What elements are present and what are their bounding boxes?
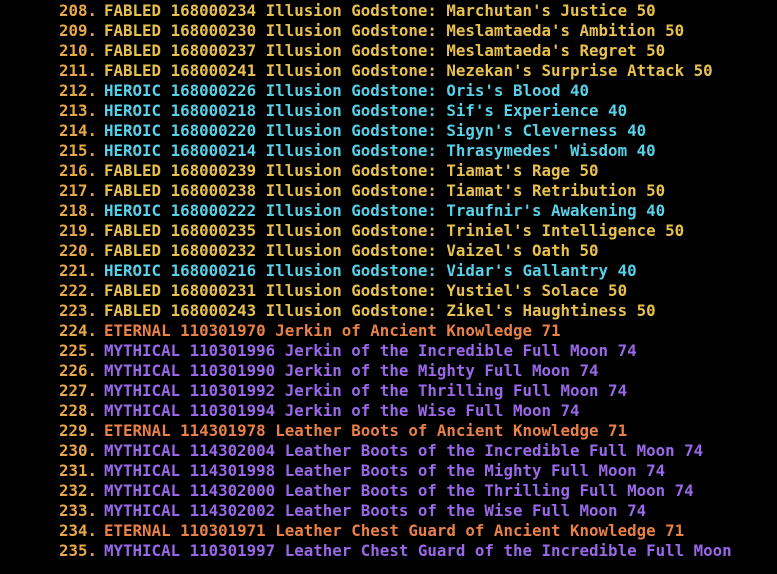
line-number: 228. <box>58 401 97 420</box>
list-item: 213. HEROIC 168000218 Illusion Godstone: … <box>0 101 777 121</box>
line-number: 219. <box>58 221 97 240</box>
list-item: 230. MYTHICAL 114302004 Leather Boots of … <box>0 441 777 461</box>
line-number: 209. <box>58 21 97 40</box>
line-number: 227. <box>58 381 97 400</box>
line-number: 210. <box>58 41 97 60</box>
line-number: 221. <box>58 261 97 280</box>
item-text: FABLED 168000241 Illusion Godstone: Neze… <box>104 61 713 80</box>
line-number: 211. <box>58 61 97 80</box>
item-text: ETERNAL 110301970 Jerkin of Ancient Know… <box>104 321 561 340</box>
line-number: 225. <box>58 341 97 360</box>
list-item: 212. HEROIC 168000226 Illusion Godstone: … <box>0 81 777 101</box>
line-number: 213. <box>58 101 97 120</box>
line-number: 222. <box>58 281 97 300</box>
list-item: 224. ETERNAL 110301970 Jerkin of Ancient … <box>0 321 777 341</box>
item-text: FABLED 168000239 Illusion Godstone: Tiam… <box>104 161 599 180</box>
terminal-output: 208. FABLED 168000234 Illusion Godstone: … <box>0 0 777 574</box>
item-text: HEROIC 168000226 Illusion Godstone: Oris… <box>104 81 590 100</box>
list-item: 234. ETERNAL 110301971 Leather Chest Guar… <box>0 521 777 541</box>
line-number: 233. <box>58 501 97 520</box>
list-item: 228. MYTHICAL 110301994 Jerkin of the Wis… <box>0 401 777 421</box>
list-item: 233. MYTHICAL 114302002 Leather Boots of … <box>0 501 777 521</box>
line-number: 230. <box>58 441 97 460</box>
line-number: 224. <box>58 321 97 340</box>
list-item: 214. HEROIC 168000220 Illusion Godstone: … <box>0 121 777 141</box>
list-item: 216. FABLED 168000239 Illusion Godstone: … <box>0 161 777 181</box>
list-item: 217. FABLED 168000238 Illusion Godstone: … <box>0 181 777 201</box>
line-number: 229. <box>58 421 97 440</box>
list-item: 215. HEROIC 168000214 Illusion Godstone: … <box>0 141 777 161</box>
list-item: 235. MYTHICAL 110301997 Leather Chest Gua… <box>0 541 777 561</box>
item-text: FABLED 168000234 Illusion Godstone: Marc… <box>104 1 656 20</box>
line-number: 216. <box>58 161 97 180</box>
item-text: MYTHICAL 114302000 Leather Boots of the … <box>104 481 694 500</box>
list-item: 229. ETERNAL 114301978 Leather Boots of A… <box>0 421 777 441</box>
line-number: 217. <box>58 181 97 200</box>
list-item: 225. MYTHICAL 110301996 Jerkin of the Inc… <box>0 341 777 361</box>
list-item: 231. MYTHICAL 114301998 Leather Boots of … <box>0 461 777 481</box>
line-number: 226. <box>58 361 97 380</box>
item-text: HEROIC 168000222 Illusion Godstone: Trau… <box>104 201 666 220</box>
line-number: 208. <box>58 1 97 20</box>
list-item: 223. FABLED 168000243 Illusion Godstone: … <box>0 301 777 321</box>
item-text: FABLED 168000238 Illusion Godstone: Tiam… <box>104 181 666 200</box>
item-text: MYTHICAL 110301990 Jerkin of the Mighty … <box>104 361 599 380</box>
list-item: 222. FABLED 168000231 Illusion Godstone: … <box>0 281 777 301</box>
item-text: MYTHICAL 110301997 Leather Chest Guard o… <box>104 541 732 560</box>
item-text: MYTHICAL 114302002 Leather Boots of the … <box>104 501 647 520</box>
list-item: 208. FABLED 168000234 Illusion Godstone: … <box>0 1 777 21</box>
list-item: 226. MYTHICAL 110301990 Jerkin of the Mig… <box>0 361 777 381</box>
line-number: 215. <box>58 141 97 160</box>
list-item: 211. FABLED 168000241 Illusion Godstone: … <box>0 61 777 81</box>
line-number: 231. <box>58 461 97 480</box>
item-text: ETERNAL 114301978 Leather Boots of Ancie… <box>104 421 628 440</box>
item-text: MYTHICAL 110301996 Jerkin of the Incredi… <box>104 341 637 360</box>
list-item: 221. HEROIC 168000216 Illusion Godstone: … <box>0 261 777 281</box>
list-item: 220. FABLED 168000232 Illusion Godstone: … <box>0 241 777 261</box>
item-text: FABLED 168000231 Illusion Godstone: Yust… <box>104 281 628 300</box>
item-text: FABLED 168000230 Illusion Godstone: Mesl… <box>104 21 685 40</box>
line-number: 220. <box>58 241 97 260</box>
item-text: FABLED 168000232 Illusion Godstone: Vaiz… <box>104 241 599 260</box>
line-number: 234. <box>58 521 97 540</box>
item-text: MYTHICAL 114302004 Leather Boots of the … <box>104 441 704 460</box>
item-text: FABLED 168000243 Illusion Godstone: Zike… <box>104 301 656 320</box>
list-item: 232. MYTHICAL 114302000 Leather Boots of … <box>0 481 777 501</box>
line-number: 235. <box>58 541 97 560</box>
item-text: HEROIC 168000216 Illusion Godstone: Vida… <box>104 261 637 280</box>
list-item: 219. FABLED 168000235 Illusion Godstone: … <box>0 221 777 241</box>
line-number: 212. <box>58 81 97 100</box>
list-item: 209. FABLED 168000230 Illusion Godstone: … <box>0 21 777 41</box>
line-number: 218. <box>58 201 97 220</box>
list-item: 227. MYTHICAL 110301992 Jerkin of the Thr… <box>0 381 777 401</box>
item-text: FABLED 168000237 Illusion Godstone: Mesl… <box>104 41 666 60</box>
item-text: HEROIC 168000220 Illusion Godstone: Sigy… <box>104 121 647 140</box>
item-text: HEROIC 168000218 Illusion Godstone: Sif'… <box>104 101 628 120</box>
item-text: HEROIC 168000214 Illusion Godstone: Thra… <box>104 141 656 160</box>
item-text: MYTHICAL 110301994 Jerkin of the Wise Fu… <box>104 401 580 420</box>
list-item: 210. FABLED 168000237 Illusion Godstone: … <box>0 41 777 61</box>
list-item: 218. HEROIC 168000222 Illusion Godstone: … <box>0 201 777 221</box>
item-text: MYTHICAL 110301992 Jerkin of the Thrilli… <box>104 381 628 400</box>
item-text: FABLED 168000235 Illusion Godstone: Trin… <box>104 221 685 240</box>
line-number: 223. <box>58 301 97 320</box>
item-text: MYTHICAL 114301998 Leather Boots of the … <box>104 461 666 480</box>
line-number: 214. <box>58 121 97 140</box>
line-number: 232. <box>58 481 97 500</box>
item-text: ETERNAL 110301971 Leather Chest Guard of… <box>104 521 685 540</box>
